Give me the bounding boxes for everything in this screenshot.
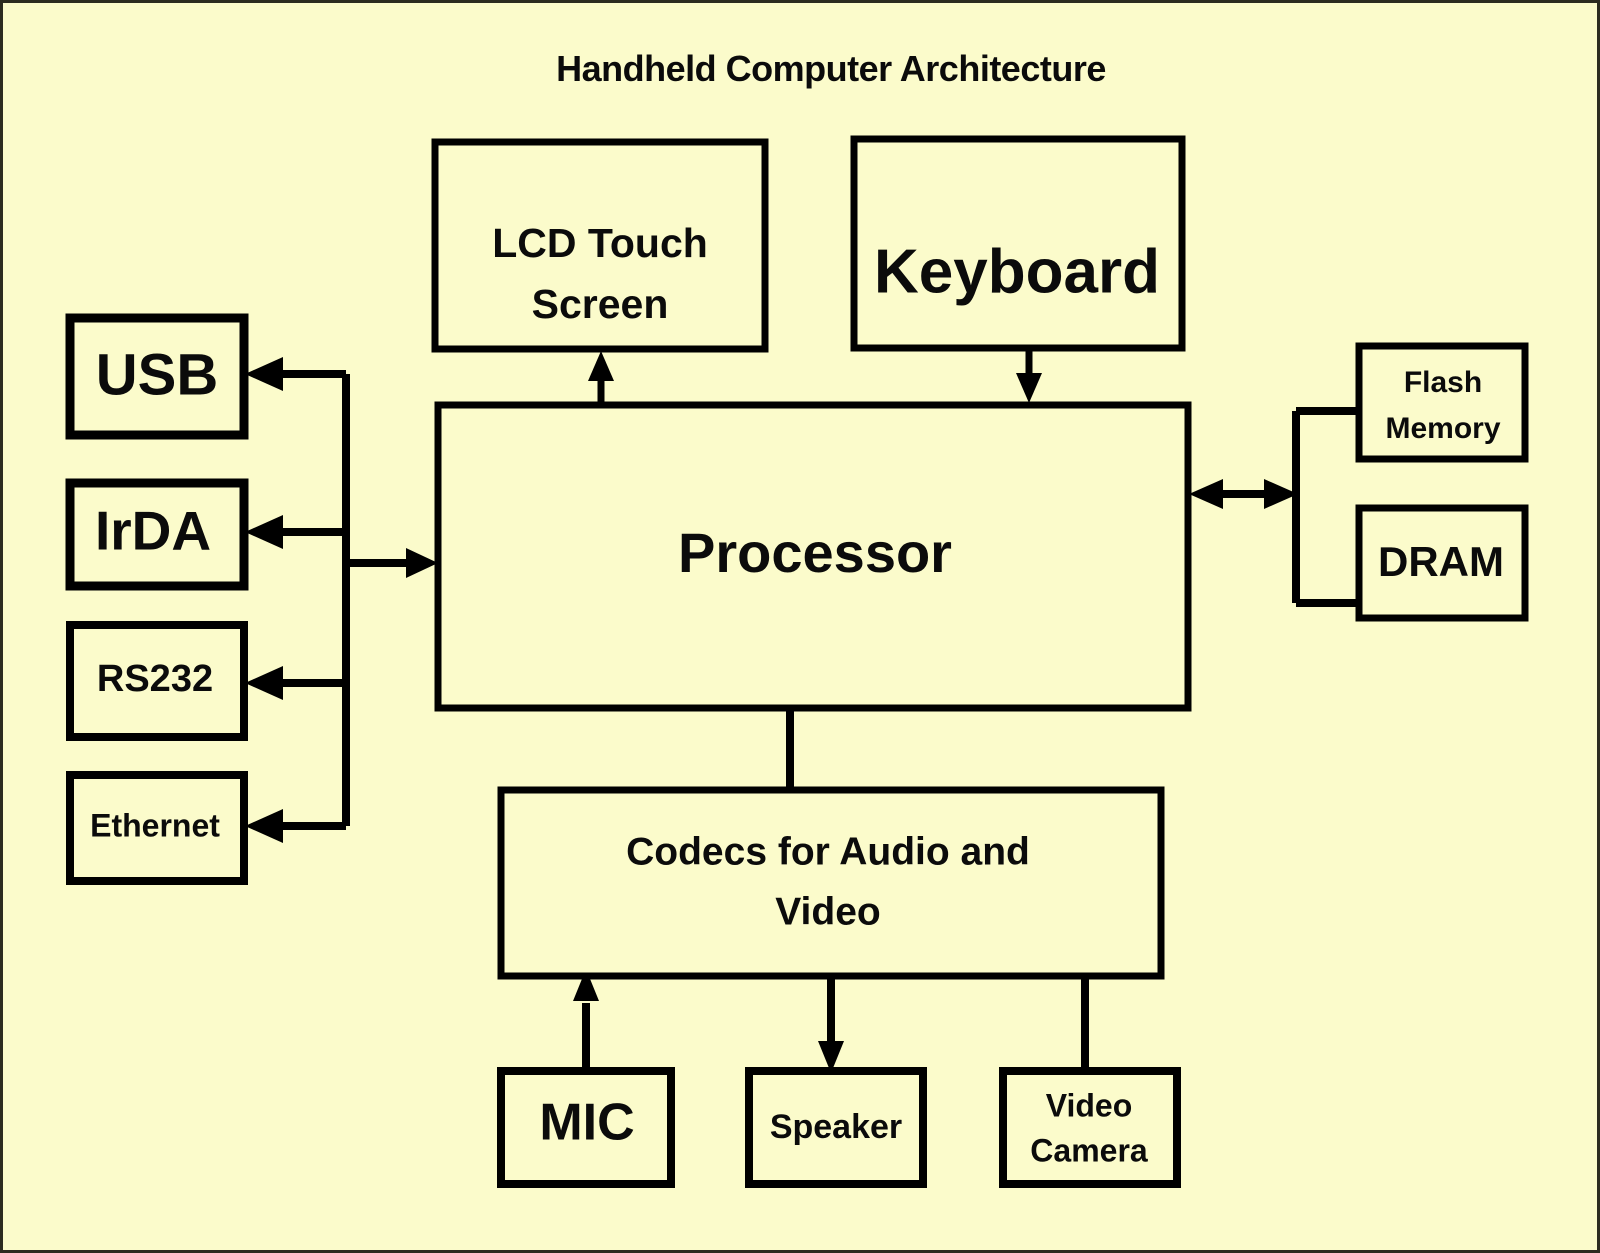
speaker-label: Speaker <box>770 1108 902 1146</box>
flash-label-line2: Memory <box>1385 412 1500 445</box>
rs232-label: RS232 <box>97 658 213 700</box>
camera-label-line1: Video <box>1046 1087 1133 1123</box>
node-flash-memory[interactable]: Flash Memory <box>1355 342 1529 463</box>
diagram-canvas: Handheld Computer Architecture LCD Touch… <box>0 0 1600 1253</box>
codecs-label-line2: Video <box>775 890 880 933</box>
keyboard-label: Keyboard <box>874 237 1160 306</box>
processor-label: Processor <box>678 521 952 584</box>
connector-processor-to-lcd <box>588 351 614 405</box>
node-dram[interactable]: DRAM <box>1355 504 1529 622</box>
node-codecs[interactable]: Codecs for Audio and Video <box>497 786 1165 980</box>
node-mic[interactable]: MIC <box>497 1067 675 1188</box>
node-speaker[interactable]: Speaker <box>745 1067 927 1188</box>
connector-codecs-to-speaker <box>818 976 844 1073</box>
connector-keyboard-to-processor <box>1016 348 1042 403</box>
connector-mic-to-codecs <box>573 969 599 1071</box>
node-keyboard[interactable]: Keyboard <box>850 135 1186 352</box>
node-ethernet[interactable]: Ethernet <box>66 771 248 885</box>
irda-label: IrDA <box>95 500 211 562</box>
page-title: Handheld Computer Architecture <box>556 48 1106 89</box>
connector-io-bus <box>245 357 438 843</box>
node-lcd-touch-screen[interactable]: LCD Touch Screen <box>431 138 769 353</box>
ethernet-label: Ethernet <box>90 807 220 843</box>
dram-label: DRAM <box>1378 538 1504 585</box>
codecs-label-line1: Codecs for Audio and <box>626 830 1030 873</box>
node-usb[interactable]: USB <box>65 313 249 440</box>
lcd-label-line2: Screen <box>532 281 669 327</box>
flash-label-line1: Flash <box>1404 366 1482 399</box>
connector-processor-memory-bus <box>1189 407 1359 607</box>
architecture-diagram: Handheld Computer Architecture LCD Touch… <box>65 48 1529 1188</box>
node-video-camera[interactable]: Video Camera <box>999 1067 1181 1188</box>
node-irda[interactable]: IrDA <box>65 478 249 591</box>
node-processor[interactable]: Processor <box>434 401 1192 712</box>
node-rs232[interactable]: RS232 <box>66 621 248 741</box>
camera-label-line2: Camera <box>1030 1132 1148 1168</box>
mic-label: MIC <box>539 1094 634 1152</box>
lcd-label-line1: LCD Touch <box>492 220 708 266</box>
usb-label: USB <box>96 342 218 407</box>
